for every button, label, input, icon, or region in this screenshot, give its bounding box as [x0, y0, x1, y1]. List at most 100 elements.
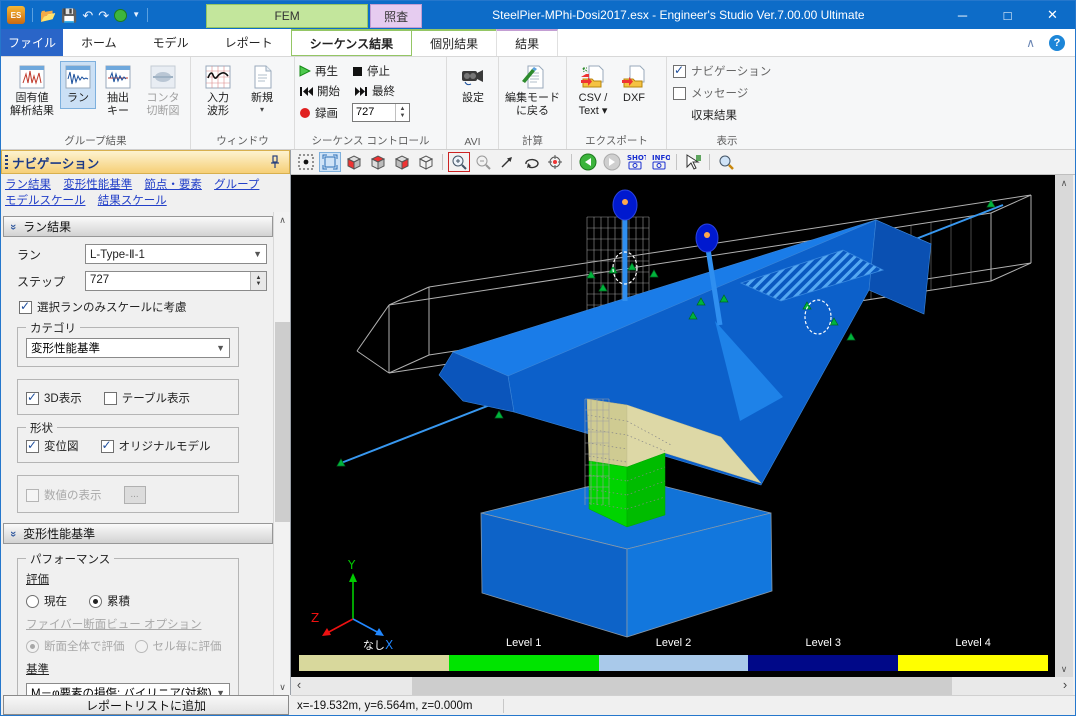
3d-viewport[interactable]: Y Z X なし Level 1 Level 2 Level 3 Level 4 [291, 175, 1055, 677]
run-select[interactable]: L-Type-Ⅱ-1 ▼ [85, 244, 267, 264]
scroll-right-icon[interactable]: › [1057, 677, 1073, 695]
pointer-icon[interactable] [682, 152, 704, 172]
panel-scrollbar[interactable]: ∧ ∨ [273, 212, 290, 695]
criteria-select[interactable]: M－φ要素の損傷: バイリニア(対称) ノー ▼ [26, 683, 230, 695]
help-icon[interactable]: ? [1049, 35, 1065, 51]
link-deformation-criteria[interactable]: 変形性能基準 [63, 179, 132, 191]
view-front-icon[interactable] [343, 152, 365, 172]
radio-per-cell: セル毎に評価 [135, 638, 222, 654]
drag-handle-icon[interactable] [5, 155, 8, 171]
scroll-up-icon[interactable]: ∧ [1055, 175, 1073, 191]
group-label: シーケンス コントロール [295, 133, 446, 148]
link-run-results[interactable]: ラン結果 [5, 179, 51, 191]
scrollbar-thumb[interactable] [412, 677, 952, 695]
navigation-checkbox[interactable]: ナビゲーション [673, 63, 771, 79]
play-button[interactable]: 再生 [299, 63, 338, 79]
radio-selected-icon [89, 595, 102, 608]
pin-icon[interactable] [269, 155, 281, 169]
view-side-icon[interactable] [391, 152, 413, 172]
scale-selected-run-checkbox[interactable]: 選択ランのみスケールに考慮 [19, 299, 267, 315]
message-checkbox[interactable]: メッセージ [673, 85, 771, 101]
spinner-arrows-icon[interactable]: ▲▼ [250, 272, 266, 290]
original-model-checkbox[interactable]: オリジナルモデル [101, 438, 211, 454]
select-region-icon[interactable] [295, 152, 317, 172]
app-logo-icon[interactable]: ES [7, 6, 25, 24]
legend-swatch-level4 [898, 655, 1048, 671]
back-to-edit-mode-button[interactable]: 編集モード に戻る [504, 61, 561, 121]
scroll-down-icon[interactable]: ∨ [1055, 661, 1073, 677]
zoom-out-icon[interactable] [472, 152, 494, 172]
radio-unselected-icon [26, 595, 39, 608]
nav-back-icon[interactable] [577, 152, 599, 172]
redo-icon[interactable]: ↷ [98, 9, 109, 22]
info-snapshot-icon[interactable]: INFO [649, 152, 671, 172]
view-top-icon[interactable] [367, 152, 389, 172]
record-button[interactable]: 録画 [299, 105, 338, 121]
tab-results[interactable]: 結果 [496, 29, 558, 56]
scroll-down-icon[interactable]: ∨ [274, 679, 291, 695]
avi-settings-button[interactable]: 設定 [452, 61, 494, 109]
add-to-report-list-button[interactable]: レポートリストに追加 [3, 695, 289, 715]
svg-text:SHOT: SHOT [627, 154, 646, 162]
tab-model[interactable]: モデル [135, 29, 207, 56]
step-input[interactable]: 727 ▲▼ [85, 271, 267, 291]
step-spinner[interactable]: 727 ▲▼ [352, 103, 410, 122]
snapshot-icon[interactable]: SHOT [625, 152, 647, 172]
export-csv-text-button[interactable]: CSV / Text ▾ [572, 61, 614, 121]
divider [32, 8, 33, 22]
pan-icon[interactable] [496, 152, 518, 172]
link-nodes-elements[interactable]: 節点・要素 [144, 179, 202, 191]
options-icon[interactable] [114, 9, 127, 22]
displacement-diagram-checkbox[interactable]: 変位図 [26, 438, 79, 454]
link-model-scale[interactable]: モデルスケール [5, 195, 86, 207]
go-last-button[interactable]: 最終 [354, 83, 395, 99]
display-3d-checkbox[interactable]: 3D表示 [26, 390, 82, 406]
save-icon[interactable]: 💾 [61, 9, 77, 22]
radio-cumulative[interactable]: 累積 [89, 593, 130, 609]
minimize-button[interactable]: ─ [940, 1, 985, 29]
open-file-icon[interactable]: 📂 [40, 9, 56, 22]
tab-individual-results[interactable]: 個別結果 [412, 29, 496, 56]
scrollbar-track[interactable] [307, 677, 1057, 695]
convergence-results-button[interactable]: 収束結果 [673, 107, 771, 123]
section-header-run-results[interactable]: » ラン結果 [3, 216, 273, 237]
export-dxf-button[interactable]: DXF [616, 61, 652, 109]
extract-key-button[interactable]: 抽出 キー [98, 61, 138, 121]
section-header-deformation-criteria[interactable]: » 変形性能基準 [3, 523, 273, 544]
tab-sequence-results[interactable]: シーケンス結果 [291, 29, 412, 56]
search-icon[interactable] [715, 152, 737, 172]
category-select[interactable]: 変形性能基準 ▼ [26, 338, 230, 358]
dxf-export-icon [621, 65, 647, 89]
scroll-up-icon[interactable]: ∧ [274, 212, 291, 228]
radio-current[interactable]: 現在 [26, 593, 67, 609]
close-button[interactable]: ✕ [1030, 1, 1075, 29]
run-results-button[interactable]: ラン [60, 61, 96, 109]
view-iso-icon[interactable] [415, 152, 437, 172]
link-result-scale[interactable]: 結果スケール [98, 195, 167, 207]
spinner-arrows-icon[interactable]: ▲▼ [395, 104, 409, 121]
go-first-button[interactable]: 開始 [299, 83, 340, 99]
zoom-fit-icon[interactable] [319, 152, 341, 172]
eigenvalue-results-button[interactable]: 固有値 解析結果 [6, 61, 58, 121]
collapse-ribbon-icon[interactable]: ∧ [1026, 36, 1035, 50]
qat-dropdown-icon[interactable]: ▼ [132, 11, 140, 19]
scroll-left-icon[interactable]: ‹ [291, 677, 307, 695]
display-table-checkbox[interactable]: テーブル表示 [104, 390, 190, 406]
zoom-in-icon[interactable] [448, 152, 470, 172]
context-tab-shosa[interactable]: 照査 [370, 4, 422, 28]
viewport-vertical-scrollbar[interactable]: ∧ ∨ [1055, 175, 1073, 677]
tab-report[interactable]: レポート [207, 29, 291, 56]
tab-file[interactable]: ファイル [1, 29, 63, 56]
stop-button[interactable]: 停止 [352, 63, 390, 79]
context-tab-fem[interactable]: FEM [206, 4, 368, 28]
undo-icon[interactable]: ↶ [82, 9, 93, 22]
new-window-button[interactable]: 新規 ▾ [242, 61, 282, 118]
rotate-icon[interactable] [520, 152, 542, 172]
viewport-horizontal-scrollbar[interactable]: ‹ › [291, 677, 1073, 695]
zoom-target-icon[interactable] [544, 152, 566, 172]
tab-home[interactable]: ホーム [63, 29, 135, 56]
input-waveform-button[interactable]: 入力 波形 [196, 61, 240, 121]
maximize-button[interactable]: □ [985, 1, 1030, 29]
scrollbar-thumb[interactable] [275, 322, 290, 522]
link-group[interactable]: グループ [214, 179, 259, 191]
